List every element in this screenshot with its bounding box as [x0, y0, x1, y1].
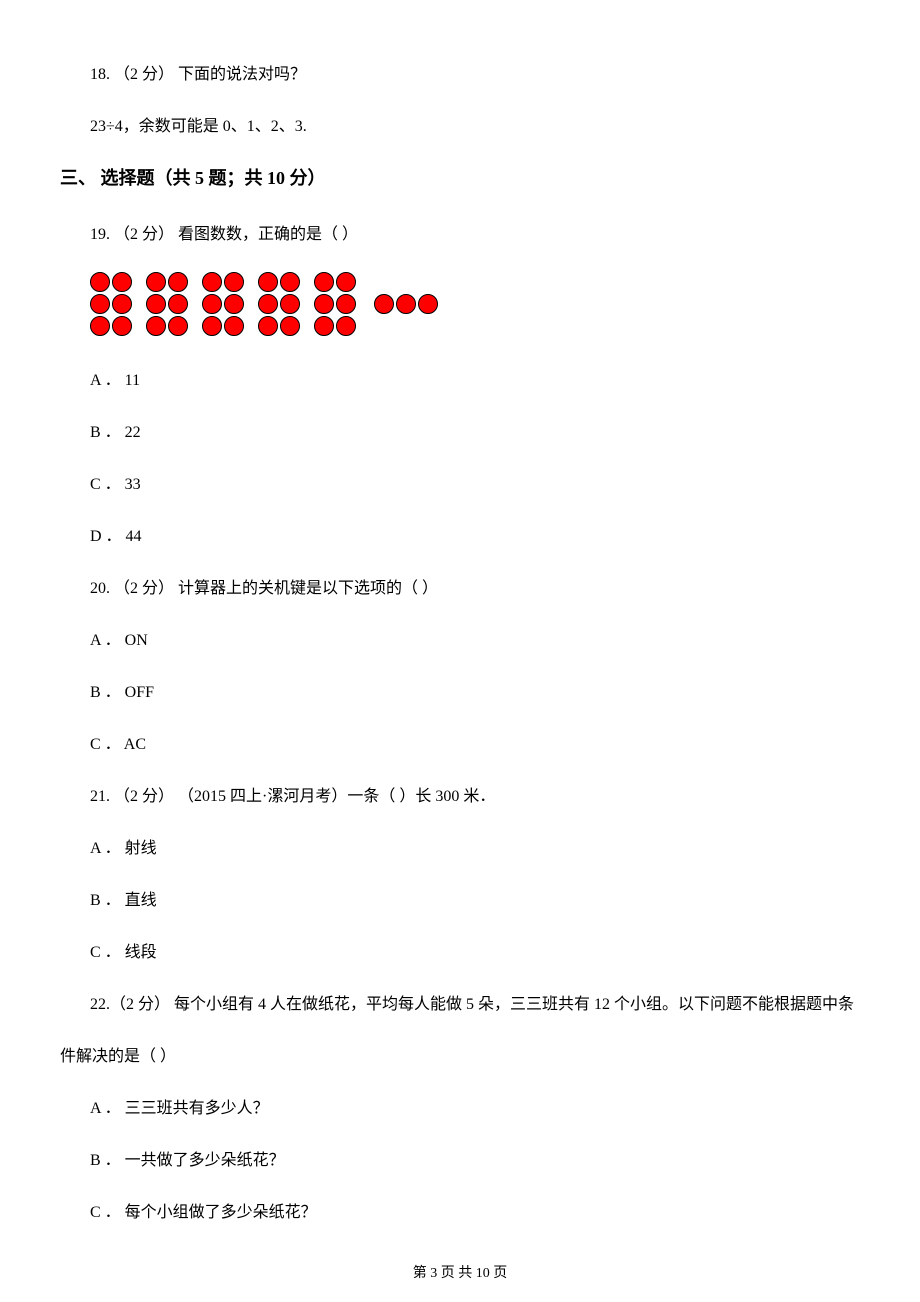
q18-header: 18. （2 分） 下面的说法对吗？ [60, 60, 860, 84]
q19-option-c: C ． 33 [60, 470, 860, 494]
q20-option-c: C ． AC [60, 730, 860, 754]
q19-header: 19. （2 分） 看图数数，正确的是（ ） [60, 220, 860, 244]
q22-header-line2: 件解决的是（ ） [60, 1042, 860, 1066]
q18-detail: 23÷4，余数可能是 0、1、2、3. [60, 112, 860, 136]
q19-option-a: A ． 11 [60, 366, 860, 390]
q21-option-b: B ． 直线 [60, 886, 860, 910]
dot-group-5 [314, 272, 358, 338]
q22-option-c: C ． 每个小组做了多少朵纸花？ [60, 1198, 860, 1222]
dot-group-4 [258, 272, 302, 338]
q22-header-line1: 22.（2 分） 每个小组有 4 人在做纸花，平均每人能做 5 朵，三三班共有 … [60, 990, 860, 1014]
page-footer: 第 3 页 共 10 页 [0, 1262, 920, 1282]
q20-header: 20. （2 分） 计算器上的关机键是以下选项的（ ） [60, 574, 860, 598]
q19-option-b: B ． 22 [60, 418, 860, 442]
q22-option-b: B ． 一共做了多少朵纸花？ [60, 1146, 860, 1170]
dot-group-1 [90, 272, 134, 338]
dot-extra [374, 294, 440, 319]
q21-header: 21. （2 分） （2015 四上·漯河月考）一条（ ）长 300 米． [60, 782, 860, 806]
q19-dots-diagram [60, 272, 860, 338]
q22-option-a: A ． 三三班共有多少人？ [60, 1094, 860, 1118]
dot-group-3 [202, 272, 246, 338]
section-3-title: 三、 选择题（共 5 题；共 10 分） [60, 164, 860, 190]
q20-option-a: A ． ON [60, 626, 860, 650]
q21-option-a: A ． 射线 [60, 834, 860, 858]
dot-group-2 [146, 272, 190, 338]
q19-option-d: D ． 44 [60, 522, 860, 546]
q20-option-b: B ． OFF [60, 678, 860, 702]
q21-option-c: C ． 线段 [60, 938, 860, 962]
